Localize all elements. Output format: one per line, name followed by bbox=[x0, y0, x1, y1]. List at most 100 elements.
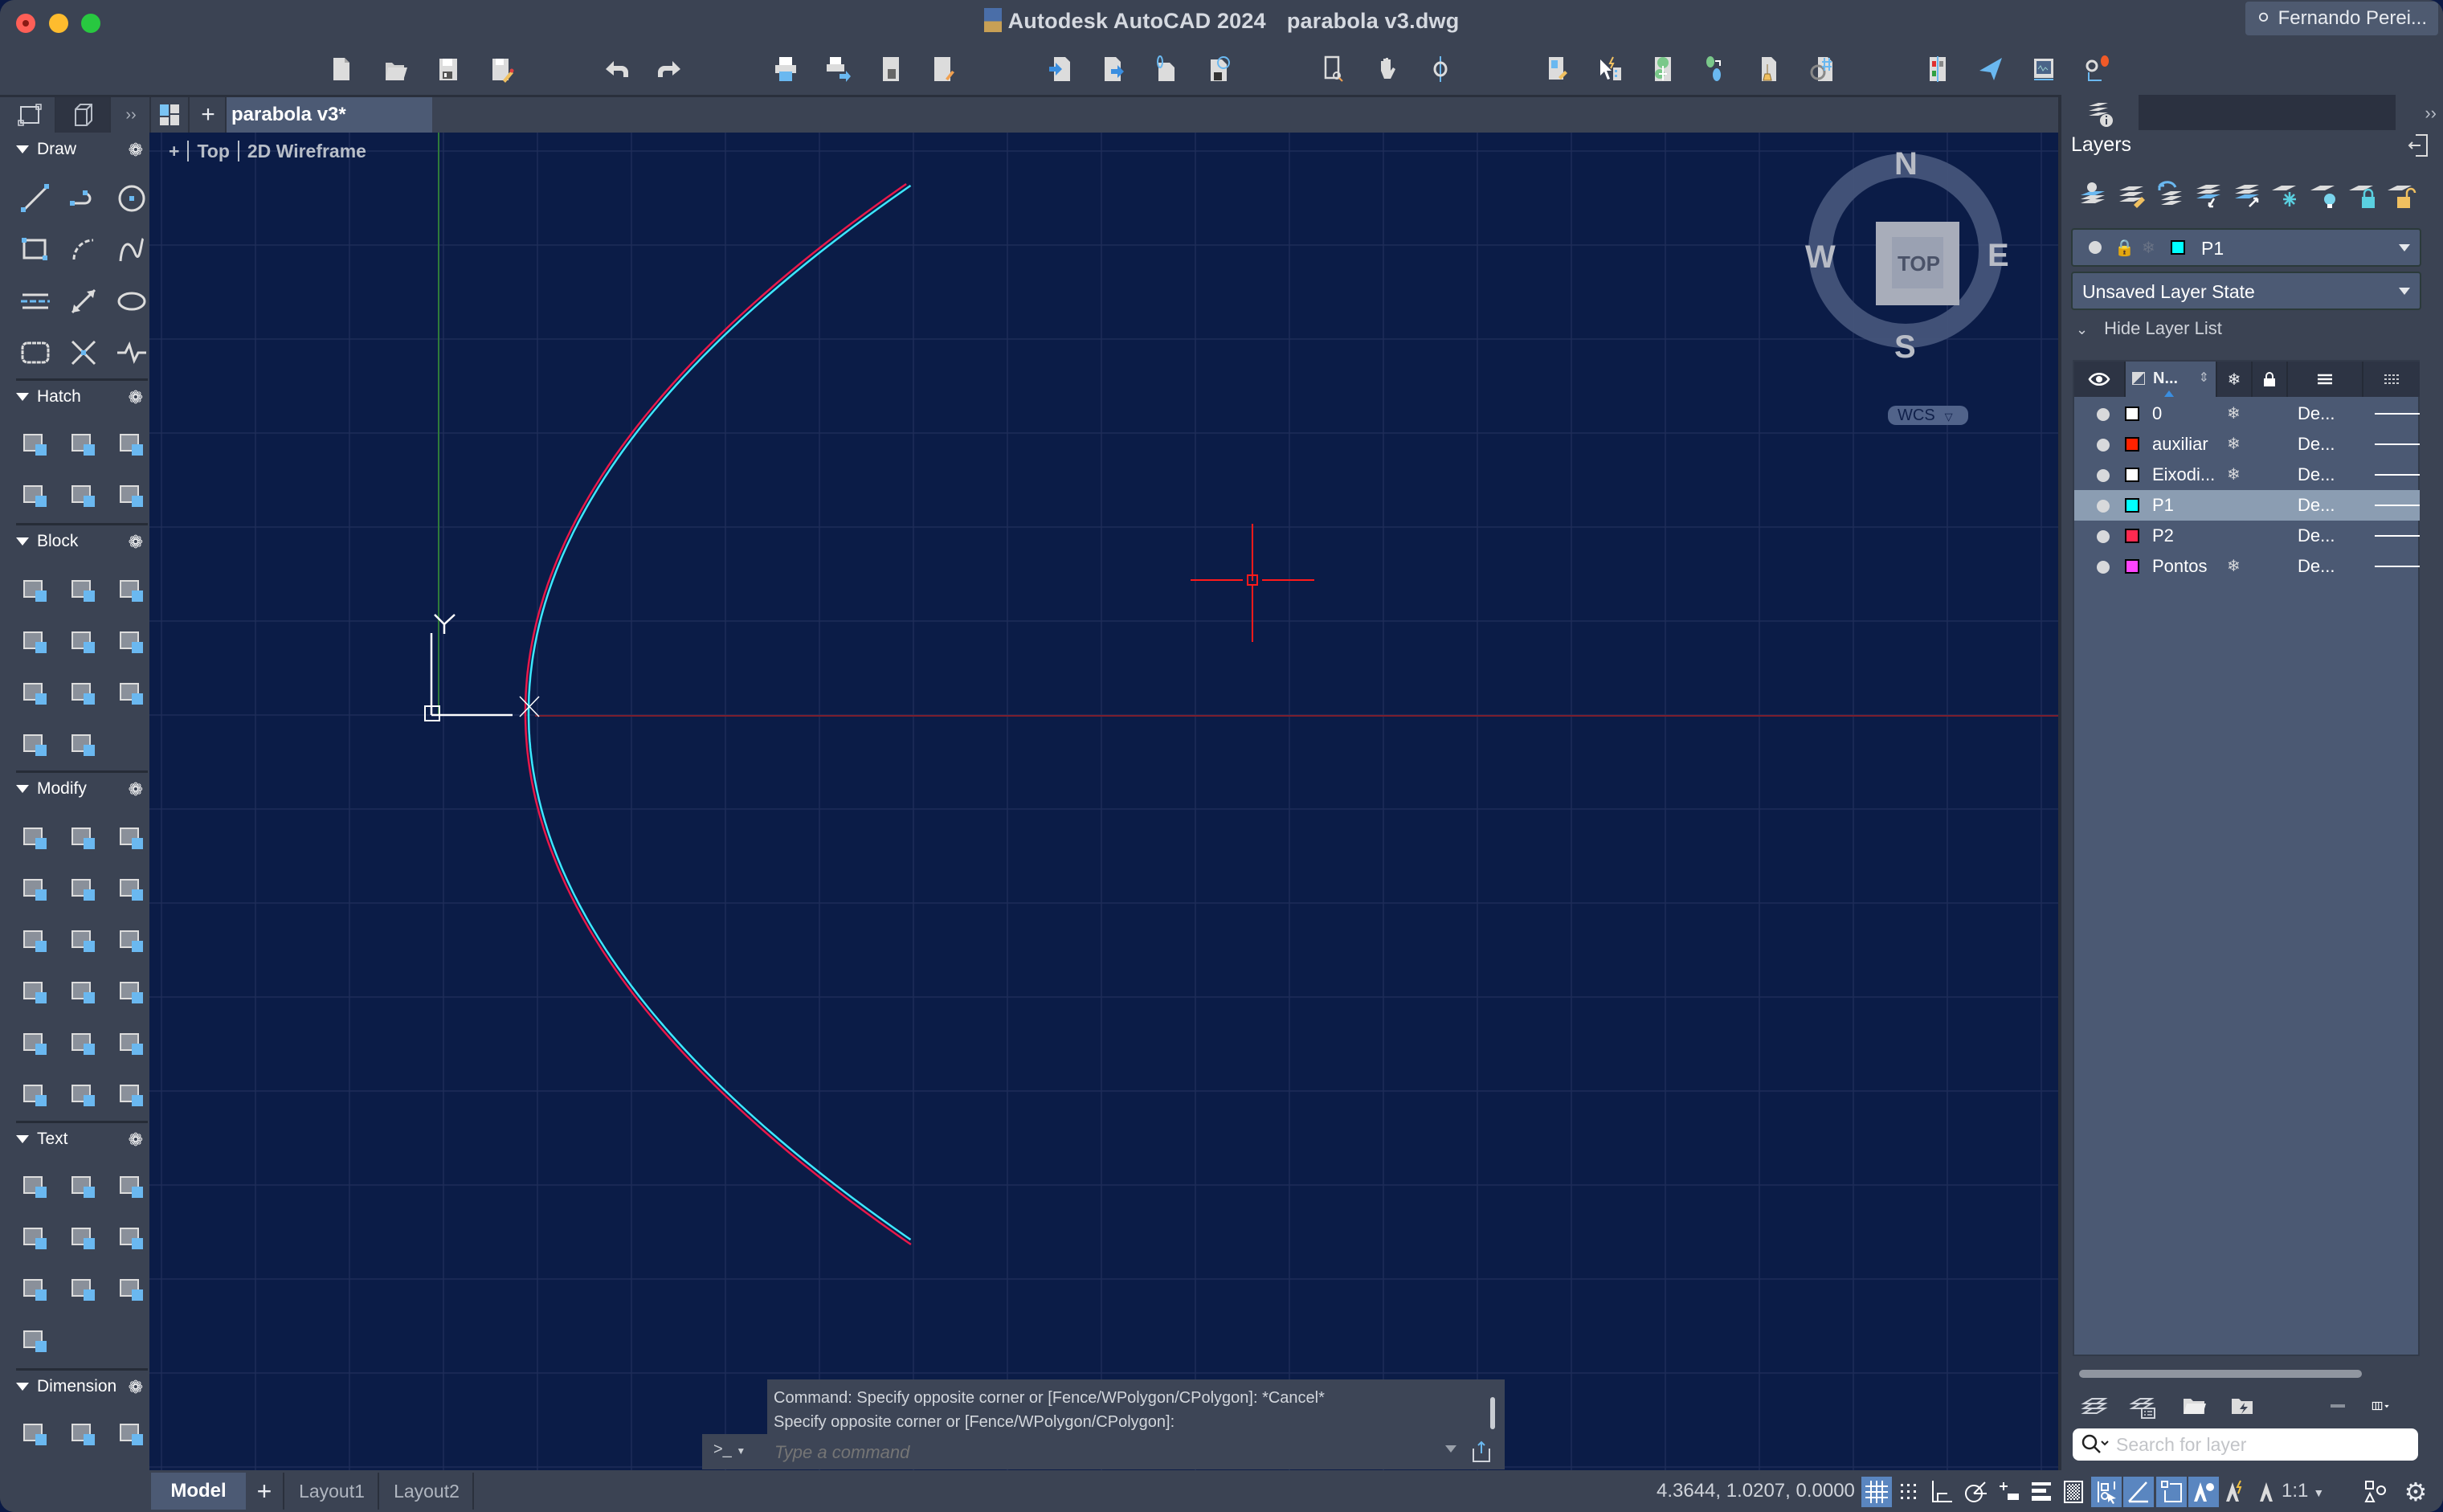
layer-on-bulb-icon[interactable] bbox=[2097, 439, 2110, 452]
trim-icon[interactable] bbox=[114, 872, 149, 907]
move-icon[interactable] bbox=[18, 820, 53, 856]
layer-off-icon[interactable] bbox=[2309, 179, 2339, 210]
layer-list-horizontal-scrollbar[interactable] bbox=[2079, 1370, 2362, 1378]
object-snap-toggle-icon[interactable] bbox=[2156, 1477, 2187, 1507]
dock-panel-icon[interactable] bbox=[2408, 133, 2429, 157]
layer-lineweight-sample[interactable] bbox=[2375, 535, 2420, 537]
unlock-layer-icon[interactable] bbox=[2386, 179, 2416, 210]
break-line-icon[interactable] bbox=[114, 335, 149, 370]
gear-icon[interactable]: ❁ bbox=[129, 387, 143, 408]
tab-layout1[interactable]: Layout1 bbox=[286, 1473, 379, 1510]
create-block-icon[interactable] bbox=[18, 573, 53, 608]
layer-linetype[interactable]: De... bbox=[2298, 464, 2335, 485]
freeze-icon[interactable]: ❄ bbox=[2227, 464, 2241, 484]
gear-icon[interactable]: ❁ bbox=[129, 779, 143, 800]
layer-states-lightning-icon[interactable] bbox=[2229, 1392, 2256, 1420]
ortho-toggle-icon[interactable] bbox=[1926, 1477, 1956, 1507]
layer-properties-icon[interactable] bbox=[2116, 179, 2147, 210]
page-setup-icon[interactable] bbox=[875, 53, 907, 85]
gear-icon[interactable]: ❁ bbox=[129, 1377, 143, 1398]
share-web-icon[interactable] bbox=[1149, 53, 1181, 85]
rect-scale-icon[interactable] bbox=[18, 1026, 53, 1061]
command-line-expand-icon[interactable] bbox=[1471, 1440, 1492, 1463]
array-icon[interactable] bbox=[114, 923, 149, 958]
layer-filter-icon[interactable] bbox=[2081, 1392, 2108, 1420]
pdf-import-text-icon[interactable] bbox=[114, 1272, 149, 1307]
workspace-switch-icon[interactable] bbox=[2360, 1477, 2391, 1507]
layers-tab[interactable] bbox=[2061, 95, 2139, 133]
layer-walk-icon[interactable] bbox=[2193, 179, 2224, 210]
lineweight-toggle-icon[interactable] bbox=[2026, 1477, 2057, 1507]
rectangle-icon[interactable] bbox=[18, 232, 53, 268]
quick-select-icon[interactable] bbox=[1594, 53, 1626, 85]
layer-on-bulb-icon[interactable] bbox=[2097, 408, 2110, 421]
circle-icon[interactable] bbox=[114, 181, 149, 216]
notifications-icon[interactable] bbox=[2081, 53, 2113, 85]
multiline-text-icon[interactable] bbox=[18, 1169, 53, 1204]
auto-scale-toggle-icon[interactable] bbox=[2220, 1477, 2251, 1507]
undo-icon[interactable] bbox=[601, 53, 633, 85]
compare-icon[interactable] bbox=[1922, 53, 1954, 85]
previous-layer-icon[interactable] bbox=[2155, 179, 2185, 210]
viewcube-north[interactable]: N bbox=[1894, 146, 1918, 182]
recent-commands-dropdown[interactable] bbox=[1445, 1445, 1456, 1453]
save-icon[interactable] bbox=[432, 53, 464, 85]
purge-icon[interactable] bbox=[114, 1077, 149, 1113]
layer-on-bulb-icon[interactable] bbox=[2097, 469, 2110, 482]
minus-icon[interactable] bbox=[2327, 1392, 2354, 1420]
export-icon[interactable] bbox=[1097, 53, 1129, 85]
join-icon[interactable] bbox=[114, 1026, 149, 1061]
manage-attributes-icon[interactable] bbox=[18, 727, 53, 762]
section-hatch-header[interactable]: Hatch ❁ bbox=[11, 383, 146, 411]
viewcube-top-face[interactable]: TOP bbox=[1898, 251, 1940, 276]
replace-icon[interactable] bbox=[18, 1077, 53, 1113]
open-icon[interactable] bbox=[379, 53, 411, 85]
layer-linetype[interactable]: De... bbox=[2298, 434, 2335, 455]
fillet-icon[interactable] bbox=[18, 923, 53, 958]
layer-row-eixodi[interactable]: Eixodi... ❄ De... bbox=[2074, 460, 2420, 490]
zoom-window-icon[interactable] bbox=[1318, 53, 1350, 85]
freeze-icon[interactable]: ❄ bbox=[2227, 403, 2241, 423]
layer-color-swatch[interactable] bbox=[2125, 498, 2139, 513]
section-draw-header[interactable]: Draw ❁ bbox=[11, 136, 146, 163]
layer-row-auxiliar[interactable]: auxiliar ❄ De... bbox=[2074, 429, 2420, 460]
column-freeze-icon[interactable]: ❄ bbox=[2217, 362, 2253, 397]
search-icon[interactable] bbox=[2081, 1433, 2113, 1456]
hatch-edit-icon[interactable] bbox=[66, 427, 101, 462]
collapse-palette-chevron-icon[interactable]: ›› bbox=[2425, 103, 2437, 124]
insert-block-icon[interactable] bbox=[66, 573, 101, 608]
layer-row-pontos[interactable]: Pontos ❄ De... bbox=[2074, 551, 2420, 582]
polar-toggle-icon[interactable] bbox=[1960, 1477, 1991, 1507]
3d-view-toggle[interactable] bbox=[56, 97, 111, 133]
wipeout-icon[interactable] bbox=[114, 478, 149, 513]
transparency-toggle-icon[interactable] bbox=[2058, 1477, 2089, 1507]
freeze-icon[interactable]: ❄ bbox=[2227, 556, 2241, 576]
parabola-p1[interactable] bbox=[527, 184, 912, 1241]
ucs-menu-button[interactable]: WCS ▽ bbox=[1888, 406, 1968, 425]
break-icon[interactable] bbox=[66, 1026, 101, 1061]
polyline-icon[interactable] bbox=[66, 181, 101, 216]
object-snap-tracking-toggle-icon[interactable] bbox=[2123, 1477, 2154, 1507]
command-prompt-menu[interactable]: >_ ▼ bbox=[713, 1440, 746, 1459]
layer-on-bulb-icon[interactable] bbox=[2097, 500, 2110, 513]
layer-states-folder-icon[interactable] bbox=[2180, 1392, 2208, 1420]
annotation-scale-icon[interactable] bbox=[2251, 1477, 2282, 1507]
revision-cloud-icon[interactable] bbox=[18, 335, 53, 370]
ellipse-icon[interactable] bbox=[114, 284, 149, 319]
column-lineweight-icon[interactable] bbox=[2363, 362, 2420, 397]
edit-block-icon[interactable] bbox=[114, 573, 149, 608]
layer-linetype[interactable]: De... bbox=[2298, 403, 2335, 424]
dynamic-input-toggle-icon[interactable] bbox=[1994, 1477, 2024, 1507]
annotation-visibility-toggle-icon[interactable] bbox=[2188, 1477, 2219, 1507]
plot-icon[interactable] bbox=[770, 53, 802, 85]
insert-into-icon[interactable] bbox=[66, 676, 101, 711]
line-icon[interactable] bbox=[18, 181, 53, 216]
new-tab-plus-icon[interactable]: + bbox=[191, 97, 227, 133]
save-as-icon[interactable] bbox=[485, 53, 517, 85]
layer-lineweight-sample[interactable] bbox=[2375, 505, 2420, 506]
command-input[interactable] bbox=[774, 1442, 1417, 1463]
viewcube-west[interactable]: W bbox=[1805, 239, 1836, 276]
layer-state-dropdown[interactable]: Unsaved Layer State bbox=[2071, 272, 2421, 310]
new-layer-icon[interactable] bbox=[2077, 179, 2108, 210]
section-text-header[interactable]: Text ❁ bbox=[11, 1126, 146, 1153]
